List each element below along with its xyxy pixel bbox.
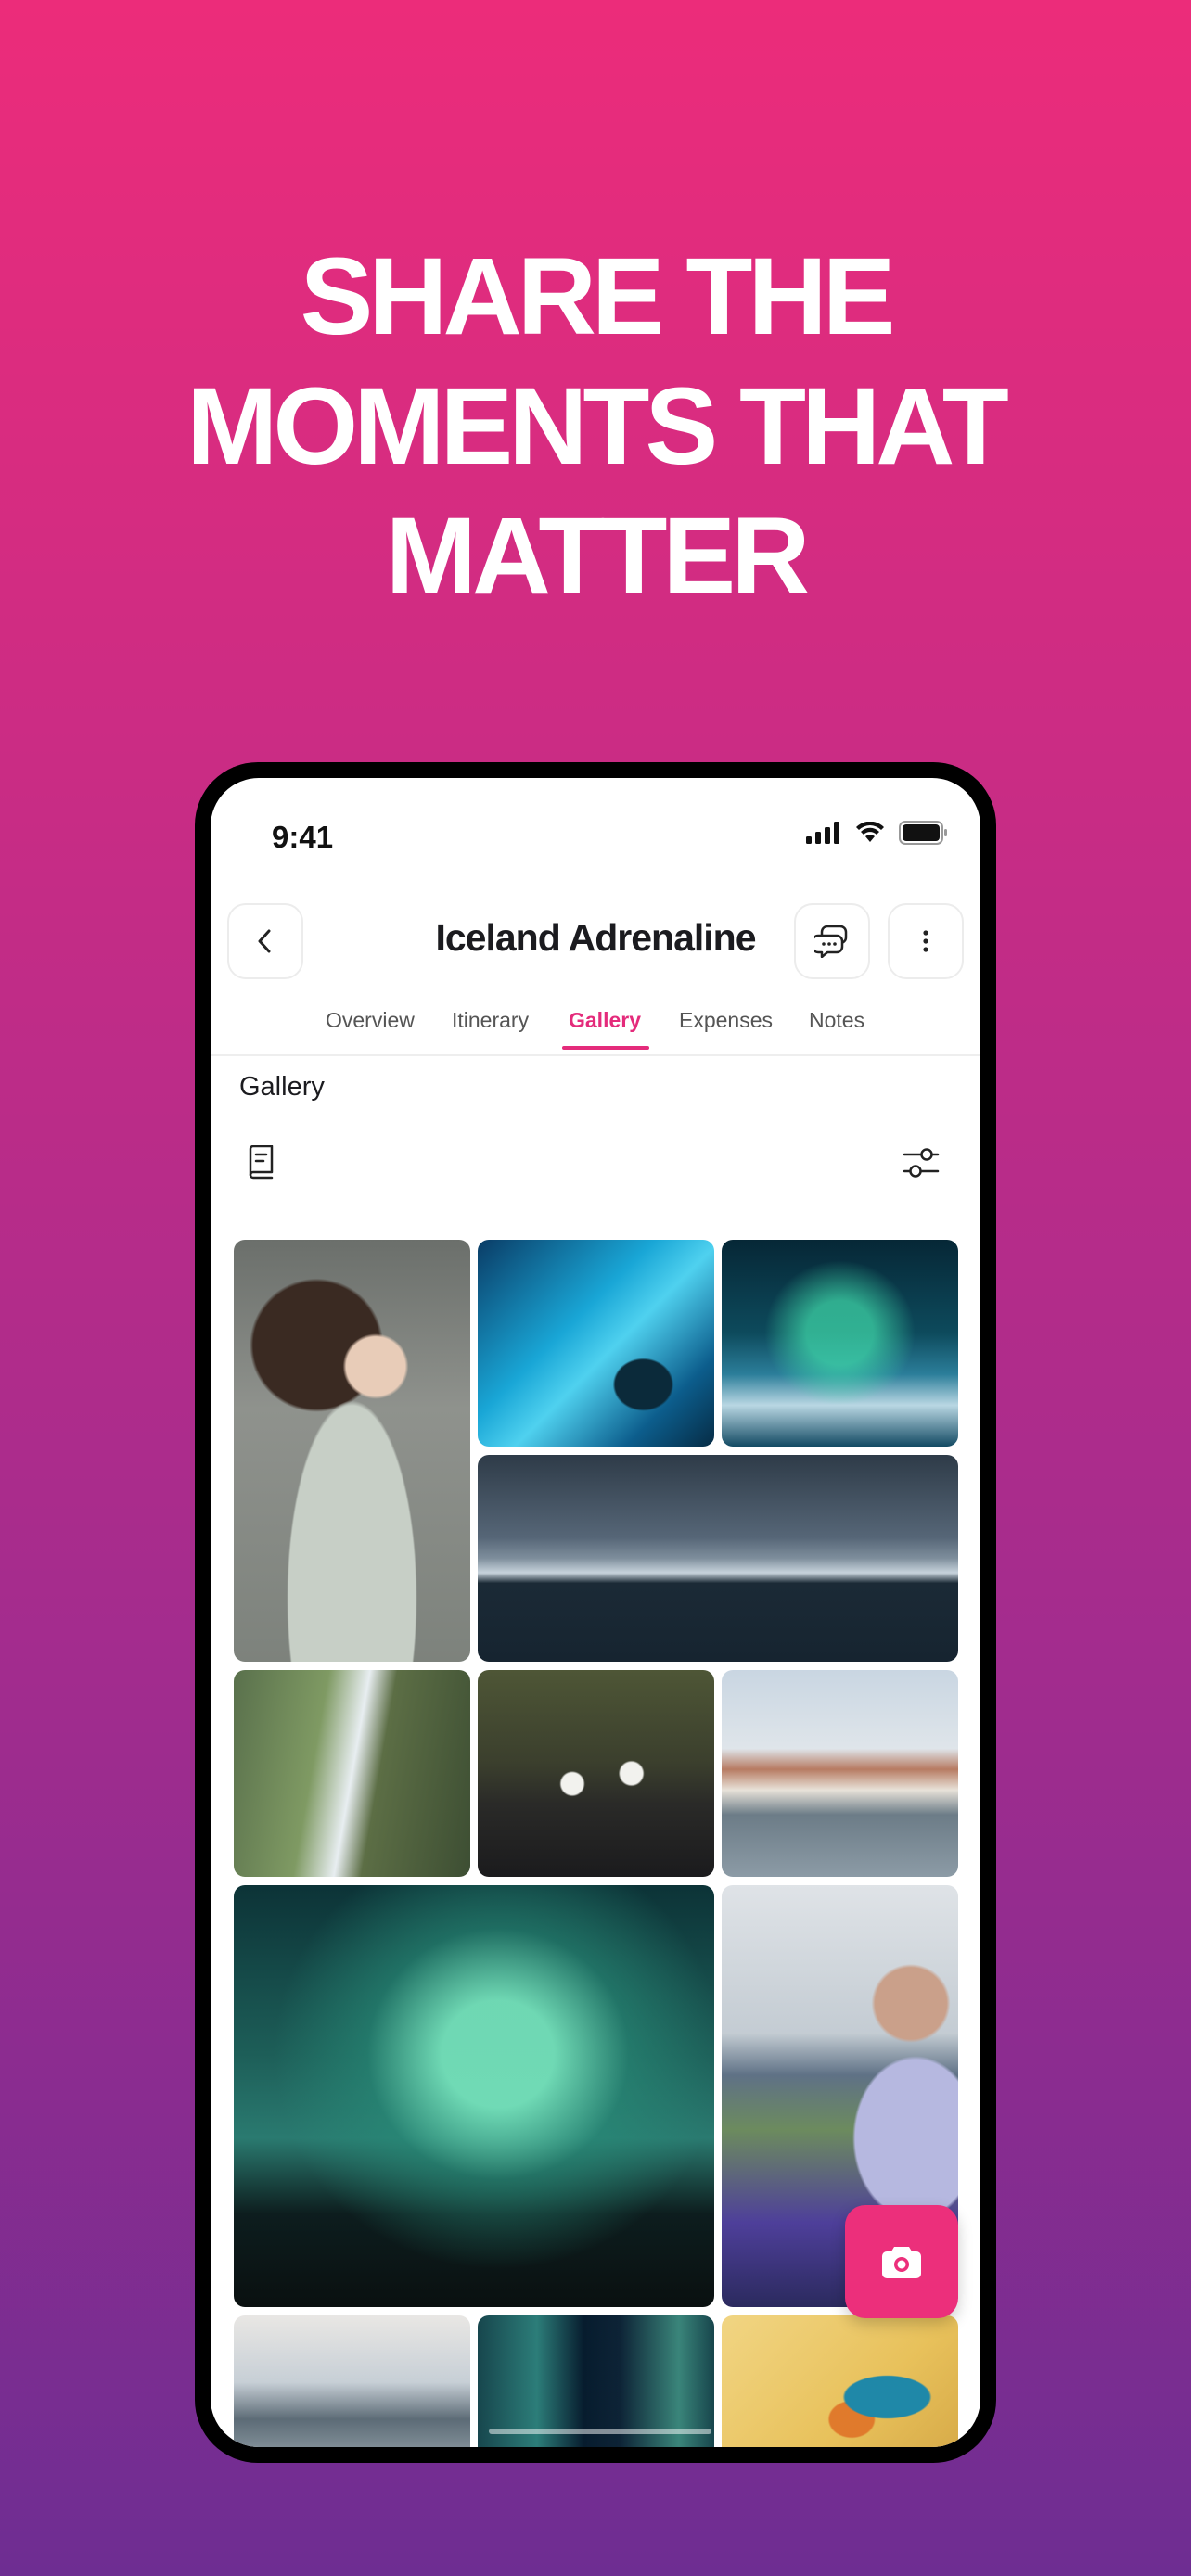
- trip-tabs: Overview Itinerary Gallery Expenses Note…: [211, 1008, 980, 1056]
- home-indicator: [489, 2429, 711, 2434]
- wifi-icon: [856, 822, 884, 842]
- photo-tile[interactable]: [722, 2315, 958, 2447]
- photo-tile[interactable]: [722, 1240, 958, 1447]
- chat-button[interactable]: [794, 903, 870, 979]
- tab-notes[interactable]: Notes: [809, 1008, 864, 1033]
- photo-tile[interactable]: [478, 2315, 714, 2447]
- phone-screen: 9:41 Iceland Adrenaline Overview Itinera…: [211, 778, 980, 2447]
- photo-tile[interactable]: [234, 1240, 470, 1662]
- phone-frame: 9:41 Iceland Adrenaline Overview Itinera…: [195, 762, 996, 2463]
- trip-header: Iceland Adrenaline: [211, 903, 980, 987]
- cellular-signal-icon: [806, 822, 839, 844]
- headline-line-1: SHARE THE: [300, 236, 896, 358]
- camera-icon: [882, 2247, 921, 2278]
- gallery-section-title: Gallery: [239, 1072, 325, 1102]
- photo-tile[interactable]: [234, 2315, 470, 2447]
- chat-icon: [814, 925, 848, 958]
- status-time: 9:41: [272, 820, 334, 854]
- status-bar: 9:41: [211, 778, 980, 880]
- photo-tile[interactable]: [478, 1670, 714, 1877]
- headline-line-2: MOMENTS THAT: [186, 365, 1009, 488]
- add-photo-button[interactable]: [845, 2205, 958, 2318]
- photo-tile[interactable]: [234, 1885, 714, 2307]
- more-options-button[interactable]: [888, 903, 964, 979]
- tab-itinerary[interactable]: Itinerary: [452, 1008, 529, 1033]
- more-vertical-icon: [923, 930, 928, 952]
- album-button[interactable]: [240, 1142, 281, 1183]
- album-book-icon: [249, 1145, 274, 1180]
- status-icons: [806, 821, 949, 845]
- photo-tile[interactable]: [478, 1455, 958, 1662]
- tab-gallery[interactable]: Gallery: [569, 1008, 641, 1033]
- photo-tile[interactable]: [234, 1670, 470, 1877]
- marketing-headline: SHARE THE MOMENTS THAT MATTER: [0, 232, 1191, 621]
- tab-overview[interactable]: Overview: [326, 1008, 415, 1033]
- battery-icon: [899, 821, 947, 845]
- sliders-icon: [903, 1148, 940, 1178]
- active-tab-indicator: [562, 1046, 649, 1050]
- headline-line-3: MATTER: [385, 495, 811, 618]
- filter-button[interactable]: [901, 1142, 941, 1183]
- tab-expenses[interactable]: Expenses: [679, 1008, 773, 1033]
- photo-tile[interactable]: [478, 1240, 714, 1447]
- photo-tile[interactable]: [722, 1670, 958, 1877]
